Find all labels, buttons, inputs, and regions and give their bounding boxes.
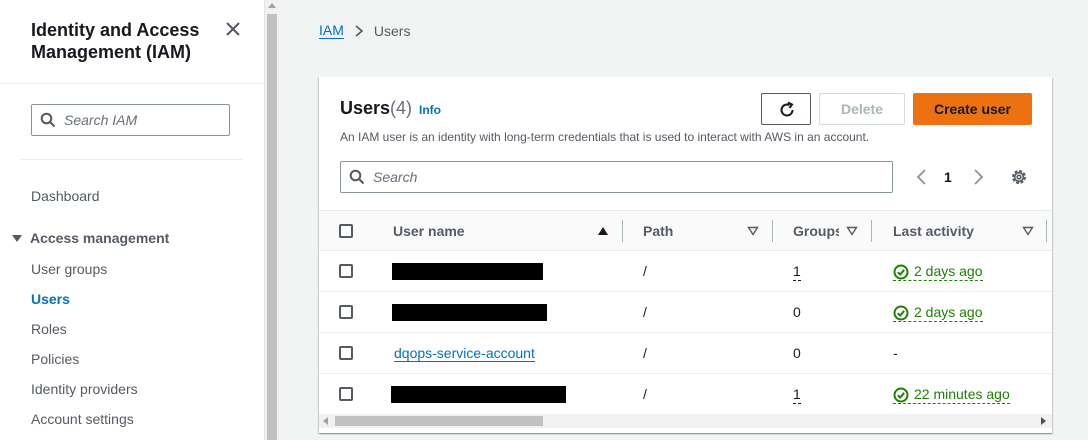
sidebar-item-policies[interactable]: Policies	[31, 351, 79, 367]
groups-cell: 0	[793, 345, 801, 361]
divider	[20, 159, 242, 160]
column-header-last-activity[interactable]: Last activity	[893, 223, 974, 239]
delete-button[interactable]: Delete	[819, 93, 905, 125]
breadcrumb-iam[interactable]: IAM	[319, 22, 344, 39]
last-activity-text: 2 days ago	[914, 263, 983, 279]
users-count: (4)	[390, 98, 412, 118]
create-user-button[interactable]: Create user	[913, 93, 1032, 125]
scrollbar-thumb[interactable]	[335, 416, 543, 426]
sidebar-item-user-groups[interactable]: User groups	[31, 261, 107, 277]
chevron-right-icon	[355, 24, 364, 37]
sidebar-item-identity-providers[interactable]: Identity providers	[31, 381, 138, 397]
table-row: / 1 22 minutes ago	[319, 374, 1052, 415]
table-row: dqops-service-account / 0 -	[319, 333, 1052, 374]
select-all-checkbox[interactable]	[339, 224, 353, 238]
sidebar-section-label: Access management	[30, 230, 170, 246]
column-divider	[1046, 220, 1047, 242]
sidebar-item-roles[interactable]: Roles	[31, 321, 67, 337]
close-icon[interactable]	[224, 20, 242, 38]
divider	[0, 83, 264, 84]
search-icon	[40, 112, 56, 128]
row-checkbox[interactable]	[339, 387, 353, 401]
scroll-up-arrow[interactable]	[268, 3, 276, 8]
sidebar-section-access-management[interactable]: Access management	[12, 230, 169, 246]
last-activity[interactable]: 2 days ago	[893, 304, 983, 322]
sort-icon[interactable]	[846, 226, 858, 236]
last-activity[interactable]: 2 days ago	[893, 263, 983, 281]
row-checkbox[interactable]	[339, 264, 353, 278]
check-circle-icon	[893, 305, 909, 320]
users-search[interactable]	[340, 161, 893, 193]
column-divider	[772, 220, 773, 242]
scrollbar-thumb[interactable]	[267, 14, 277, 440]
row-checkbox[interactable]	[339, 305, 353, 319]
sort-icon[interactable]	[747, 226, 759, 236]
scroll-right-arrow[interactable]	[1041, 417, 1046, 425]
column-divider	[622, 220, 623, 242]
column-divider	[871, 220, 872, 242]
page-title: Users	[340, 98, 391, 118]
groups-cell: 0	[793, 304, 801, 320]
redacted-user-name[interactable]	[392, 304, 547, 321]
breadcrumb: IAM Users	[319, 22, 410, 39]
scroll-left-arrow[interactable]	[323, 417, 328, 425]
sort-icon[interactable]	[1022, 226, 1034, 236]
search-icon	[349, 169, 365, 185]
path-cell: /	[643, 304, 647, 320]
sidebar: Identity and Access Management (IAM) Das…	[0, 0, 264, 440]
breadcrumb-current: Users	[373, 22, 411, 39]
sidebar-search[interactable]	[31, 104, 230, 136]
table-header: User name Path Groups Last activity	[319, 210, 1052, 251]
groups-link[interactable]: 1	[793, 263, 801, 281]
sidebar-item-users[interactable]: Users	[31, 291, 70, 307]
table-row: / 0 2 days ago	[319, 292, 1052, 333]
gear-icon[interactable]	[1009, 167, 1029, 187]
sidebar-search-input[interactable]	[64, 109, 224, 131]
chevron-right-icon[interactable]	[971, 168, 985, 186]
info-link[interactable]: Info	[419, 103, 441, 117]
sidebar-title: Identity and Access Management (IAM)	[31, 20, 200, 62]
path-cell: /	[643, 345, 647, 361]
column-header-groups[interactable]: Groups	[793, 223, 839, 239]
page-number[interactable]: 1	[944, 169, 952, 185]
check-circle-icon	[893, 264, 909, 279]
users-table-container: Users (4) Info An IAM user is an identit…	[319, 77, 1052, 433]
groups-link[interactable]: 1	[793, 386, 801, 404]
header-description: An IAM user is an identity with long-ter…	[340, 130, 870, 144]
redacted-user-name[interactable]	[392, 263, 543, 280]
redacted-user-name[interactable]	[391, 386, 566, 403]
caret-down-icon	[12, 234, 22, 242]
sort-ascending-icon[interactable]	[597, 226, 609, 236]
last-activity-text: -	[893, 345, 898, 361]
column-header-user-name[interactable]: User name	[393, 223, 465, 239]
row-checkbox[interactable]	[339, 346, 353, 360]
sidebar-item-account-settings[interactable]: Account settings	[31, 411, 134, 427]
check-circle-icon	[893, 387, 909, 402]
refresh-button[interactable]	[761, 93, 811, 125]
refresh-icon	[780, 101, 794, 117]
last-activity[interactable]: 22 minutes ago	[893, 386, 1010, 404]
table-horizontal-scrollbar[interactable]	[319, 414, 1052, 428]
table-row: / 1 2 days ago	[319, 251, 1052, 292]
last-activity-text: 22 minutes ago	[914, 386, 1010, 402]
last-activity-text: 2 days ago	[914, 304, 983, 320]
chevron-left-icon[interactable]	[915, 168, 929, 186]
sidebar-scrollbar[interactable]	[264, 0, 279, 440]
sidebar-item-dashboard[interactable]: Dashboard	[31, 188, 100, 204]
path-cell: /	[643, 263, 647, 279]
path-cell: /	[643, 386, 647, 402]
users-search-input[interactable]	[373, 166, 873, 188]
user-name-link[interactable]: dqops-service-account	[394, 345, 535, 362]
column-header-path[interactable]: Path	[643, 223, 673, 239]
